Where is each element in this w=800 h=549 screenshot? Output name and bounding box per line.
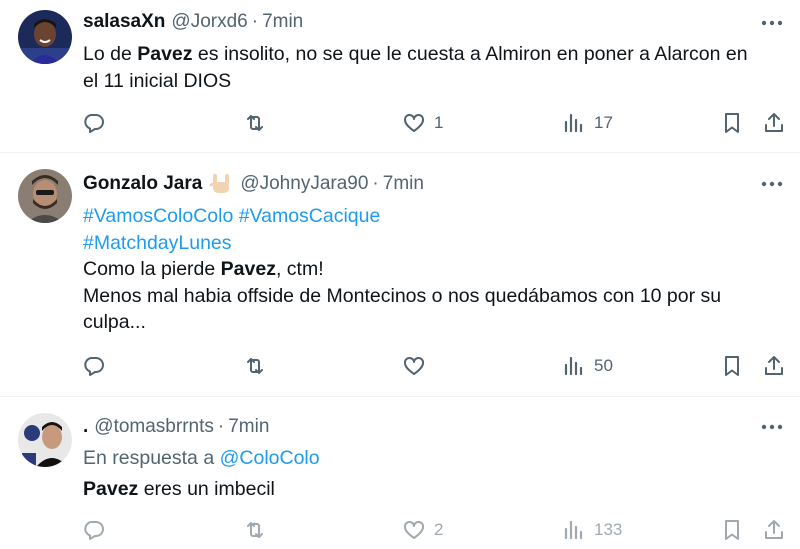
sign-of-horns-emoji [208, 171, 234, 197]
reply-button[interactable] [82, 351, 106, 381]
tweet-text: En respuesta a @ColoColo Pavez eres un i… [83, 445, 783, 502]
bold-text: Pavez [83, 477, 139, 500]
reply-button[interactable] [82, 108, 106, 138]
share-button[interactable] [762, 351, 786, 381]
reply-button[interactable] [82, 515, 106, 545]
view-count: 133 [594, 520, 623, 539]
view-count: 17 [594, 113, 613, 132]
retweet-icon [247, 358, 263, 374]
hashtag[interactable]: #MatchdayLunes [83, 230, 783, 257]
retweet-button[interactable] [243, 351, 267, 381]
views-button[interactable]: 17 [562, 108, 613, 138]
reply-prefix: En respuesta a [83, 447, 220, 469]
text-segment: eres un imbecil [138, 477, 275, 500]
text-segment: Como la pierde [83, 258, 221, 280]
views-icon [564, 356, 583, 376]
user-handle[interactable]: @tomasbrrnts [94, 416, 214, 438]
tweet-header: Gonzalo Jara @JohnyJara90 · 7min [83, 171, 424, 197]
reply-icon [84, 357, 104, 376]
bookmark-icon [725, 356, 739, 376]
retweet-icon [247, 115, 263, 131]
more-icon[interactable] [760, 415, 784, 439]
text-segment: , ctm! [275, 258, 324, 280]
share-button[interactable] [762, 108, 786, 138]
text-line: culpa... [83, 311, 146, 333]
display-name[interactable]: salasaXn [83, 11, 165, 33]
avatar-image [18, 169, 72, 223]
hashtags[interactable]: #VamosColoColo #VamosCacique [83, 203, 783, 230]
text-line: Menos mal habia offside de Montecinos o … [83, 284, 722, 307]
tweet-3[interactable]: . @tomasbrrnts · 7min En respuesta a @Co… [0, 397, 800, 549]
timestamp[interactable]: 7min [228, 416, 269, 438]
avatar[interactable] [18, 413, 72, 467]
tweet-text: #VamosColoColo #VamosCacique #MatchdayLu… [83, 203, 783, 336]
bookmark-icon [725, 113, 739, 133]
like-icon [404, 113, 424, 132]
reply-icon [84, 521, 104, 540]
like-count: 2 [434, 520, 444, 539]
views-icon [564, 113, 583, 133]
text-segment: Lo de [83, 43, 138, 65]
display-name[interactable]: Gonzalo Jara [83, 173, 202, 195]
tweet-1[interactable]: salasaXn @Jorxd6 · 7min Lo de Pavez es i… [0, 0, 800, 153]
bookmark-button[interactable] [720, 108, 744, 138]
tweet-text: Lo de Pavez es insolito, no se que le cu… [83, 41, 783, 94]
tweet-header: salasaXn @Jorxd6 · 7min [83, 9, 303, 35]
tweet-actions: 2 133 [0, 515, 800, 545]
bookmark-button[interactable] [720, 515, 744, 545]
separator: · [217, 416, 225, 437]
more-icon[interactable] [760, 172, 784, 196]
avatar-image [18, 413, 72, 467]
like-button[interactable]: 2 [402, 515, 443, 545]
like-icon [404, 356, 424, 375]
avatar[interactable] [18, 169, 72, 223]
reply-icon [84, 114, 104, 133]
reply-context: En respuesta a @ColoColo [83, 445, 783, 472]
timestamp[interactable]: 7min [383, 173, 424, 195]
text-line: el 11 inicial DIOS [83, 69, 232, 92]
share-button[interactable] [762, 515, 786, 545]
separator: · [372, 173, 379, 194]
avatar-image [18, 10, 72, 64]
display-name[interactable]: . [83, 416, 88, 438]
views-icon [564, 520, 583, 540]
separator: · [251, 11, 259, 32]
tweet-actions: 1 17 [0, 108, 800, 138]
like-button[interactable] [402, 351, 426, 381]
user-handle[interactable]: @Jorxd6 [171, 11, 247, 33]
bold-text: Pavez [220, 258, 276, 280]
user-handle[interactable]: @JohnyJara90 [240, 173, 368, 195]
retweet-button[interactable] [243, 515, 267, 545]
tweet-header: . @tomasbrrnts · 7min [83, 414, 269, 440]
bookmark-icon [725, 520, 739, 540]
more-icon[interactable] [760, 11, 784, 35]
like-count: 1 [434, 113, 444, 132]
share-icon [765, 113, 783, 132]
share-icon [765, 520, 783, 539]
like-button[interactable]: 1 [402, 108, 443, 138]
share-icon [765, 356, 783, 375]
text-segment: es insolito, no se que le cuesta a Almir… [192, 43, 748, 65]
avatar[interactable] [18, 10, 72, 64]
timestamp[interactable]: 7min [262, 11, 303, 33]
bold-text: Pavez [137, 43, 193, 65]
view-count: 50 [594, 356, 613, 375]
like-icon [404, 520, 424, 539]
tweet-actions: 50 [0, 351, 800, 381]
retweet-button[interactable] [243, 108, 267, 138]
tweet-2[interactable]: Gonzalo Jara @JohnyJara90 · 7min #VamosC… [0, 153, 800, 397]
views-button[interactable]: 50 [562, 351, 613, 381]
bookmark-button[interactable] [720, 351, 744, 381]
reply-to-link[interactable]: @ColoColo [220, 447, 320, 469]
views-button[interactable]: 133 [562, 515, 622, 545]
retweet-icon [247, 522, 263, 538]
